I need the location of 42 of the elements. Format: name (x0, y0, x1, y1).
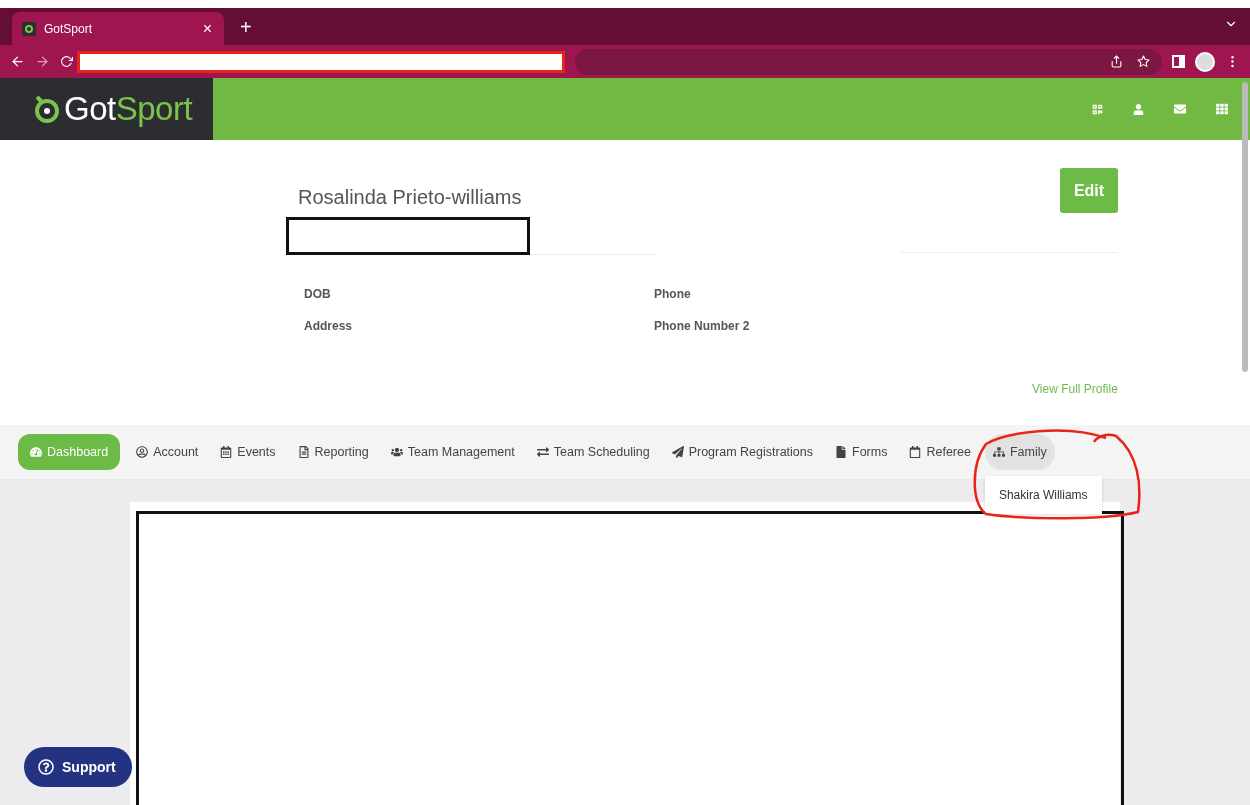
nav-tab[interactable]: Team Scheduling (528, 434, 658, 470)
field-label: Phone Number 2 (654, 319, 751, 335)
back-arrow-icon[interactable] (10, 54, 25, 69)
menu-item[interactable]: Shakira Williams (984, 482, 1102, 508)
sidebar-icon[interactable] (1172, 55, 1185, 68)
nav-tab[interactable]: Program Registrations (663, 434, 822, 470)
favicon-icon (22, 21, 36, 36)
logo-text: GotSport (64, 90, 193, 128)
tab-close-button[interactable]: × (200, 19, 214, 38)
star-icon[interactable] (1137, 55, 1150, 68)
avatar-circle[interactable] (1195, 51, 1215, 72)
nav-tab[interactable]: Reporting (289, 434, 377, 470)
support-button[interactable]: Support (24, 747, 132, 787)
paper-plane-icon (671, 446, 684, 458)
browser-tab[interactable]: GotSport × (12, 12, 224, 45)
nav-tab[interactable]: Forms (827, 434, 896, 470)
field-label: Address (304, 319, 354, 335)
document-icon (297, 446, 310, 458)
new-tab-button[interactable]: + (234, 15, 258, 40)
field-label: Phone (654, 287, 692, 303)
nav-tab[interactable]: Events (212, 434, 284, 470)
reload-icon[interactable] (60, 55, 73, 68)
nav-tab[interactable]: Referee (901, 434, 979, 470)
tab-title: GotSport (44, 21, 94, 36)
share-icon[interactable] (1110, 55, 1123, 68)
file-icon (835, 446, 848, 458)
field-label: DOB (304, 287, 332, 303)
forward-arrow-icon[interactable] (35, 54, 50, 69)
nav-tab[interactable]: Team Management (382, 434, 523, 470)
nav-tab[interactable]: Account (128, 434, 207, 470)
users-icon (390, 446, 403, 458)
logo-icon (32, 94, 62, 124)
exchange-arrows-icon (536, 446, 549, 458)
help-icon (38, 759, 54, 775)
address-field[interactable] (77, 50, 565, 73)
calendar-icon (220, 446, 233, 458)
dashboard-gauge-icon (30, 446, 42, 458)
sitemap-icon (992, 446, 1005, 458)
profile-name: Rosalinda Prieto-williams (298, 186, 523, 209)
scrollbar[interactable] (1242, 82, 1248, 372)
calendar-icon (909, 446, 922, 458)
nav-tab[interactable]: Family (984, 434, 1055, 470)
